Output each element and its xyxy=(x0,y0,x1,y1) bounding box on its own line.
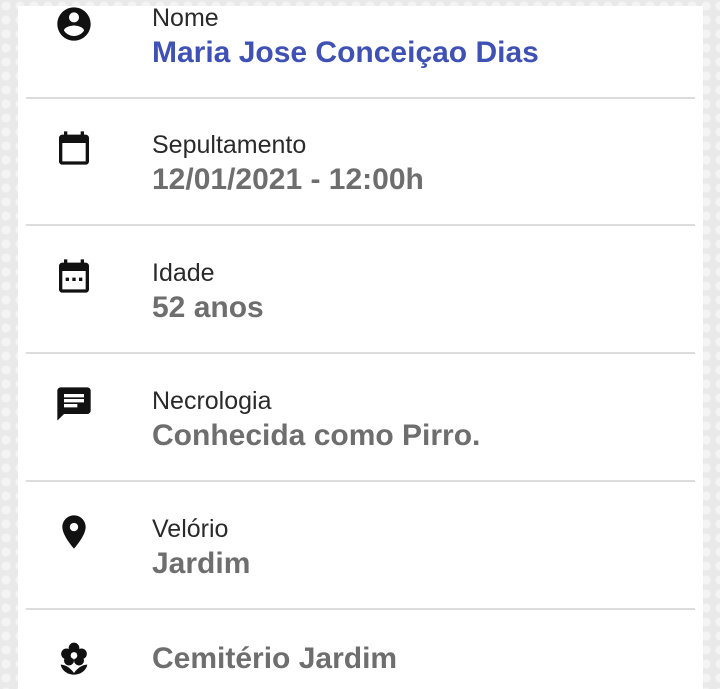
divider xyxy=(26,352,695,354)
message-icon xyxy=(54,384,94,424)
burial-label: Sepultamento xyxy=(152,131,307,159)
age-value: 52 anos xyxy=(152,291,264,324)
calendar-dots-icon xyxy=(54,256,94,296)
account-circle-icon xyxy=(54,4,94,44)
divider xyxy=(26,224,695,226)
divider xyxy=(26,608,695,610)
age-label: Idade xyxy=(152,259,215,287)
details-card: Nome Maria Jose Conceiçao Dias Sepultame… xyxy=(18,4,703,689)
wake-label: Velório xyxy=(152,515,229,543)
name-value: Maria Jose Conceiçao Dias xyxy=(152,36,539,69)
calendar-icon xyxy=(54,128,94,168)
obituary-label: Necrologia xyxy=(152,387,272,415)
divider xyxy=(26,97,695,99)
flower-icon xyxy=(54,638,94,678)
cemetery-value: Cemitério Jardim xyxy=(152,642,398,675)
name-label: Nome xyxy=(152,4,219,32)
wake-value: Jardim xyxy=(152,547,251,580)
divider xyxy=(26,480,695,482)
location-pin-icon xyxy=(54,512,94,552)
burial-value: 12/01/2021 - 12:00h xyxy=(152,163,424,196)
obituary-value: Conhecida como Pirro. xyxy=(152,419,481,452)
